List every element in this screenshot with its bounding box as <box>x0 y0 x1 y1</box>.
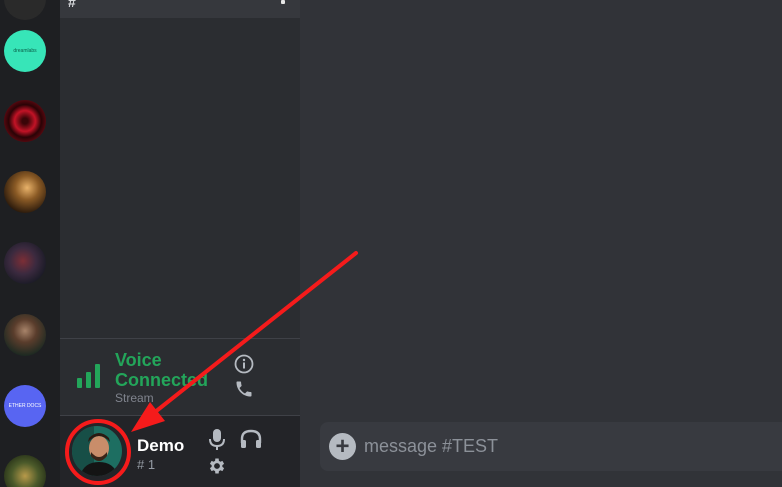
headphones-icon[interactable] <box>240 429 262 449</box>
server-icon-portrait-dark[interactable] <box>4 242 46 284</box>
disconnect-phone-icon[interactable] <box>234 379 254 399</box>
user-panel: Demo # 1 <box>60 416 300 487</box>
server-icon-portrait-woman[interactable] <box>4 314 46 356</box>
voice-status-panel: Voice Connected Stream <box>60 338 300 416</box>
avatar[interactable] <box>72 426 122 476</box>
hash-icon: # <box>68 0 76 10</box>
info-icon[interactable] <box>234 354 254 374</box>
server-icon-red-mask[interactable] <box>4 100 46 142</box>
server-label-dreamlabs: dreamlabs <box>13 48 37 54</box>
server-icon-dreamlabs[interactable]: dreamlabs <box>4 30 46 72</box>
add-attachment-icon[interactable]: + <box>329 433 356 460</box>
message-composer: + <box>320 422 782 471</box>
discord-app: dreamlabs ETHER DOCS # Voice Connected S… <box>0 0 782 487</box>
gear-icon[interactable] <box>207 456 227 476</box>
user-tag: # 1 <box>137 457 156 472</box>
username: Demo <box>137 436 185 455</box>
channel-sidebar: # Voice Connected Stream Demo # 1 <box>60 0 300 487</box>
signal-icon <box>77 364 100 388</box>
channel-action-icon[interactable] <box>281 0 285 4</box>
server-icon-portrait-gold[interactable] <box>4 171 46 213</box>
server-icon-partial-bottom[interactable] <box>4 455 46 487</box>
avatar-portrait-image <box>72 426 122 476</box>
voice-channel-name: Stream <box>115 391 154 405</box>
server-label-blue: ETHER DOCS <box>8 403 42 409</box>
server-rail: dreamlabs ETHER DOCS <box>0 0 60 487</box>
message-input[interactable] <box>364 434 764 459</box>
server-icon-blue[interactable]: ETHER DOCS <box>4 385 46 427</box>
microphone-icon[interactable] <box>208 429 226 451</box>
voice-status-label: Voice Connected <box>115 350 209 390</box>
server-icon-partial-top[interactable] <box>4 0 46 20</box>
channel-item-partial[interactable]: # <box>60 0 300 18</box>
